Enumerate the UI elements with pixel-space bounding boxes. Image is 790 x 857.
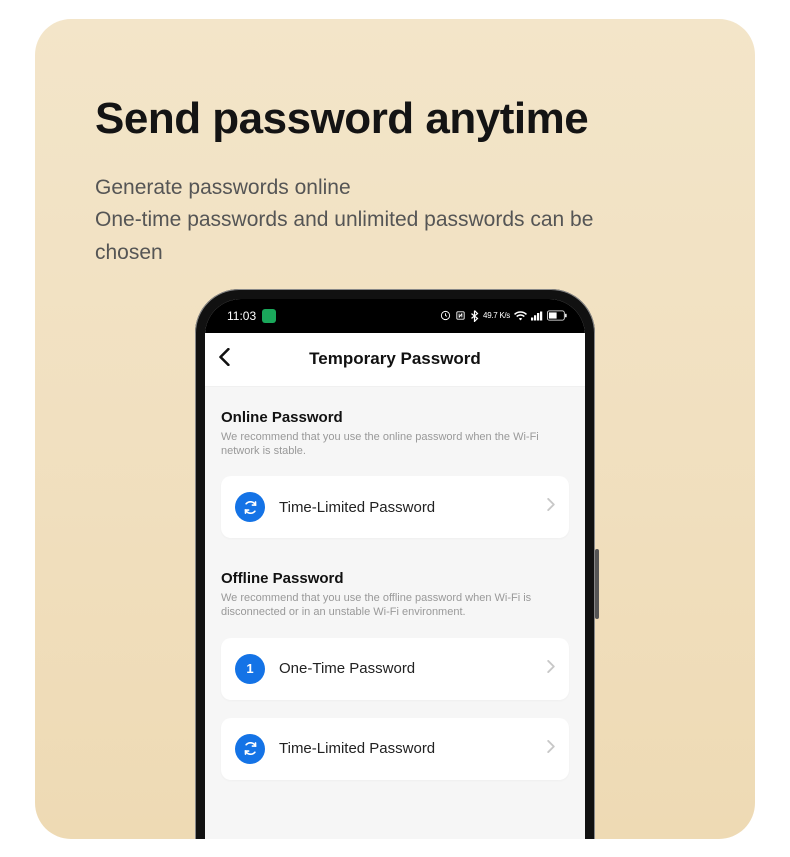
app-bar: Temporary Password — [205, 333, 585, 387]
chevron-left-icon — [219, 348, 231, 366]
page-subtitle: Generate passwords onlineOne-time passwo… — [95, 172, 655, 270]
promo-card: Send password anytime Generate passwords… — [35, 19, 755, 839]
section-heading-online: Online Password — [221, 409, 569, 426]
back-button[interactable] — [219, 346, 231, 372]
battery-icon — [547, 310, 567, 321]
row-time-limited-offline[interactable]: Time-Limited Password — [221, 718, 569, 780]
status-bar: 11:03 49.7 K/s — [205, 299, 585, 333]
row-one-time[interactable]: 1 One-Time Password — [221, 638, 569, 700]
signal-icon — [531, 311, 543, 321]
sync-icon — [235, 492, 265, 522]
page-title: Send password anytime — [95, 94, 695, 144]
network-speed: 49.7 K/s — [483, 312, 510, 320]
section-heading-offline: Offline Password — [221, 570, 569, 587]
sync-icon — [235, 734, 265, 764]
app-indicator-icon — [262, 309, 276, 323]
row-time-limited-online[interactable]: Time-Limited Password — [221, 476, 569, 538]
row-label: Time-Limited Password — [279, 499, 533, 516]
clock-icon — [440, 310, 451, 321]
nfc-icon — [455, 310, 466, 321]
row-label: Time-Limited Password — [279, 740, 533, 757]
wifi-icon — [514, 310, 527, 321]
number-one-icon: 1 — [235, 654, 265, 684]
chevron-right-icon — [547, 498, 555, 516]
bluetooth-icon — [470, 310, 479, 322]
section-desc-offline: We recommend that you use the offline pa… — [221, 591, 569, 620]
row-label: One-Time Password — [279, 660, 533, 677]
appbar-title: Temporary Password — [205, 349, 585, 369]
status-time: 11:03 — [227, 309, 256, 323]
section-desc-online: We recommend that you use the online pas… — [221, 430, 569, 459]
chevron-right-icon — [547, 660, 555, 678]
phone-mockup: 11:03 49.7 K/s — [195, 289, 595, 839]
chevron-right-icon — [547, 740, 555, 758]
